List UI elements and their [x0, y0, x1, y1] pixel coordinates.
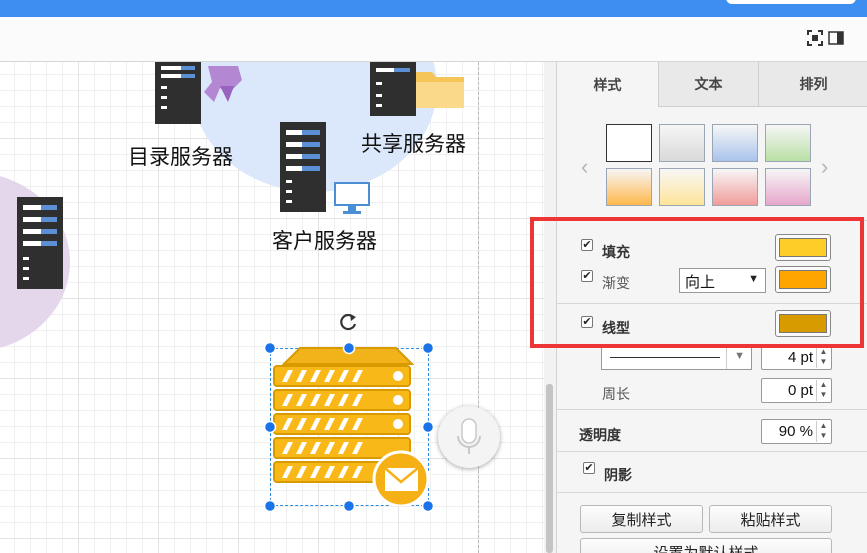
scrollbar-thumb[interactable]: [546, 384, 553, 553]
divider: [557, 492, 867, 493]
style-swatch[interactable]: [712, 124, 758, 162]
microphone-icon: [457, 418, 481, 454]
resize-handles[interactable]: [262, 340, 437, 515]
directory-server-label: 目录服务器: [128, 145, 233, 169]
solid-line-preview: [610, 357, 720, 358]
highlight-annotation: [530, 217, 864, 348]
select-divider: [726, 346, 727, 369]
divider: [557, 409, 867, 410]
style-swatch[interactable]: [712, 168, 758, 206]
shadow-checkbox[interactable]: ✔: [583, 462, 595, 474]
folder-icon: [416, 72, 464, 108]
stepper-icon[interactable]: ▲ ▼: [816, 421, 830, 442]
server-icon[interactable]: [17, 197, 63, 289]
paste-style-button[interactable]: 粘贴样式: [709, 505, 832, 533]
format-panel-toggle-icon[interactable]: [828, 30, 844, 46]
title-bar: [0, 0, 867, 17]
shared-server-icon[interactable]: [370, 62, 416, 116]
fullscreen-icon[interactable]: [807, 30, 823, 46]
style-swatch[interactable]: [606, 124, 652, 162]
tab-text[interactable]: 文本: [658, 62, 758, 107]
style-swatch[interactable]: [659, 124, 705, 162]
line-pattern-select[interactable]: ▼: [601, 345, 752, 370]
client-server-icon[interactable]: [280, 122, 326, 212]
panel-tabs: 样式 文本 排列: [557, 62, 867, 107]
opacity-label: 透明度: [579, 427, 621, 443]
client-server-label: 客户服务器: [272, 229, 377, 253]
toolbar: [0, 17, 867, 62]
directory-server-icon[interactable]: [155, 62, 201, 124]
style-swatch[interactable]: [659, 168, 705, 206]
set-default-style-button[interactable]: 设置为默认样式: [580, 538, 832, 553]
style-swatch[interactable]: [606, 168, 652, 206]
style-swatch[interactable]: [765, 168, 811, 206]
dropdown-arrow-icon: ▼: [734, 350, 745, 362]
chevron-right-icon[interactable]: ›: [821, 154, 828, 180]
app-window: 目录服务器 共享服务器 客户服务器 样式 文本 排列 ‹ › ✔ 填充 ✔ 渐变…: [0, 0, 867, 553]
chevron-left-icon[interactable]: ‹: [581, 154, 588, 180]
style-swatch[interactable]: [765, 124, 811, 162]
title-bar-control[interactable]: [726, 0, 856, 4]
monitor-icon: [334, 182, 370, 214]
sync-arrow-icon: [204, 66, 242, 102]
tab-style[interactable]: 样式: [557, 62, 658, 107]
perimeter-label: 周长: [602, 386, 630, 402]
shared-server-label: 共享服务器: [361, 132, 466, 156]
copy-style-button[interactable]: 复制样式: [580, 505, 703, 533]
opacity-value: 90 %: [778, 423, 813, 440]
shadow-label: 阴影: [604, 467, 632, 483]
perimeter-value: 0 pt: [787, 382, 813, 399]
perimeter-input[interactable]: 0 pt ▲ ▼: [761, 378, 832, 403]
diagram-canvas[interactable]: 目录服务器 共享服务器 客户服务器: [0, 62, 544, 553]
tab-arrange[interactable]: 排列: [758, 62, 867, 107]
stepper-icon[interactable]: ▲ ▼: [816, 380, 830, 401]
stepper-icon[interactable]: ▲ ▼: [816, 347, 830, 368]
opacity-input[interactable]: 90 % ▲ ▼: [761, 419, 832, 444]
page-boundary: [478, 62, 479, 553]
line-width-value: 4 pt: [787, 349, 813, 366]
line-width-input[interactable]: 4 pt ▲ ▼: [761, 345, 832, 370]
divider: [557, 451, 867, 452]
rotate-handle-icon[interactable]: [339, 312, 359, 332]
voice-input-button[interactable]: [438, 406, 500, 468]
